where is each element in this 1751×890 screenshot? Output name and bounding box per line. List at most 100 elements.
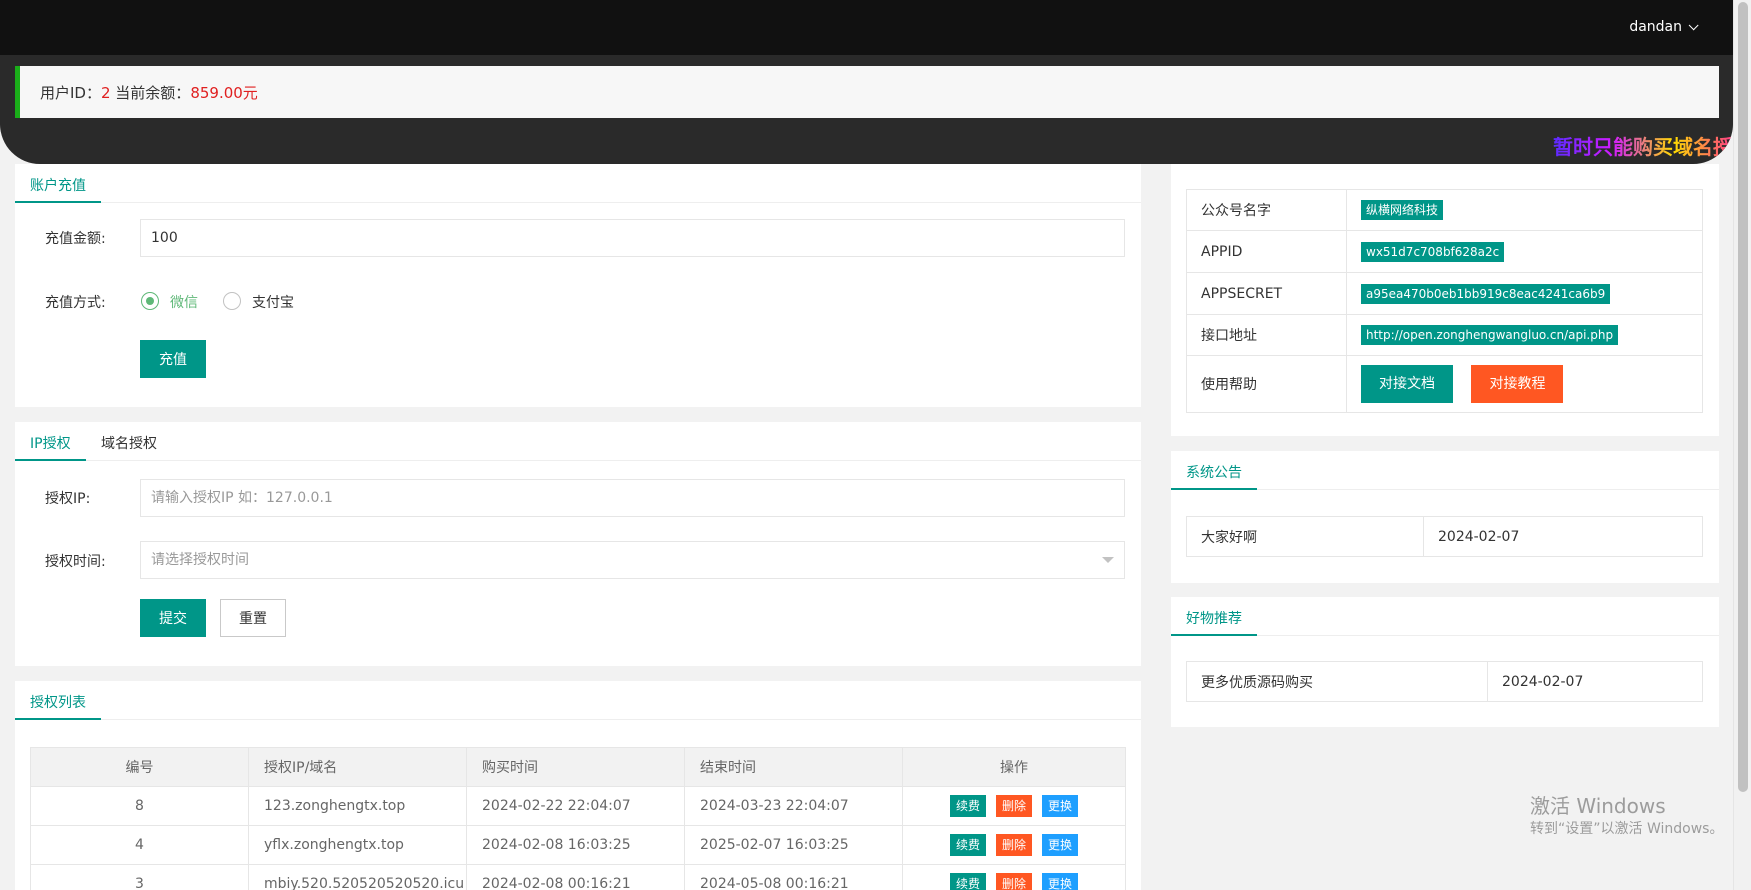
list-item[interactable]: 更多优质源码购买 2024-02-07 [1186,661,1703,702]
col-end-time: 结束时间 [684,747,903,787]
announcement-content: 大家好啊 [1186,516,1424,557]
cell-end-time: 2024-03-23 22:04:07 [684,786,903,826]
ip-label: 授权IP: [45,491,91,507]
username: dandan [1629,19,1682,35]
user-info-bar: 用户ID：2 当前余额：859.00元 [15,66,1719,118]
tab-active-indicator [15,718,101,720]
tab-auth-list[interactable]: 授权列表 [30,692,86,712]
info-value: wx51d7c708bf628a2c [1361,241,1505,262]
time-select[interactable]: 请选择授权时间 [140,541,1125,579]
delete-button[interactable]: 删除 [995,795,1032,817]
info-label: APPID [1186,230,1347,273]
account-info-card: 公众号名字 纵横网络科技 APPID wx51d7c708bf628a2c AP… [1171,164,1719,436]
time-label: 授权时间: [45,554,106,570]
marquee-text: 暂时只能购买域名授 [1553,131,1733,160]
tab-active-indicator [15,459,86,461]
table-header-row: 编号 授权IP/域名 购买时间 结束时间 操作 [30,747,1126,787]
page-scrollbar[interactable] [1733,0,1751,890]
cell-id: 4 [30,825,249,865]
recharge-button[interactable]: 充值 [140,340,206,378]
alipay-label[interactable]: 支付宝 [252,292,294,312]
info-value-cell: a95ea470b0eb1bb919c8eac4241ca6b9 [1346,272,1703,315]
auth-list-tabs: 授权列表 [15,681,1141,720]
info-value-cell: http://open.zonghengwangluo.cn/api.php [1346,314,1703,356]
col-buy-time: 购买时间 [466,747,685,787]
announcement-card: 系统公告 大家好啊 2024-02-07 [1171,451,1719,583]
tab-active-indicator [15,201,101,203]
recommend-title: 好物推荐 [1186,611,1242,627]
cell-buy-time: 2024-02-08 16:03:25 [466,825,685,865]
activation-watermark-title: 激活 Windows [1530,794,1666,818]
renew-button[interactable]: 续费 [949,834,986,856]
change-button[interactable]: 更换 [1042,873,1079,890]
renew-button[interactable]: 续费 [949,873,986,890]
change-button[interactable]: 更换 [1042,795,1079,817]
info-value: http://open.zonghengwangluo.cn/api.php [1361,325,1619,345]
info-value-cell: 纵横网络科技 [1346,189,1703,231]
account-info-table: 公众号名字 纵横网络科技 APPID wx51d7c708bf628a2c AP… [1186,189,1703,413]
delete-button[interactable]: 删除 [995,873,1032,890]
doc-button[interactable]: 对接文档 [1361,365,1453,403]
alipay-radio[interactable] [223,292,241,310]
activation-watermark-subtitle: 转到“设置”以激活 Windows。 [1530,821,1724,837]
submit-button[interactable]: 提交 [140,599,206,637]
ip-input[interactable]: 请输入授权IP 如：127.0.0.1 [140,479,1125,517]
top-navbar: dandan [0,0,1733,55]
table-row: 8 123.zonghengtx.top 2024-02-22 22:04:07… [30,786,1126,826]
cell-end-time: 2024-05-08 00:16:21 [684,864,903,890]
info-value: 纵横网络科技 [1361,200,1444,220]
recharge-tabs: 账户充值 [15,164,1141,203]
time-select-placeholder: 请选择授权时间 [151,552,249,568]
tab-ip-auth[interactable]: IP授权 [30,433,71,453]
renew-button[interactable]: 续费 [949,795,986,817]
chevron-down-icon [1688,20,1699,31]
info-label: APPSECRET [1186,272,1347,315]
info-value-cell: wx51d7c708bf628a2c [1346,230,1703,273]
change-button[interactable]: 更换 [1042,834,1079,856]
recommend-content: 更多优质源码购买 [1186,661,1488,702]
user-menu[interactable]: dandan [1629,19,1699,35]
cell-id: 3 [30,864,249,890]
scrollbar-thumb[interactable] [1738,2,1748,792]
announcement-date: 2024-02-07 [1423,516,1703,557]
user-info-text: 用户ID：2 当前余额：859.00元 [40,82,258,103]
cell-domain: yflx.zonghengtx.top [248,825,467,865]
user-id-label: 用户ID： [40,84,101,102]
list-item[interactable]: 大家好啊 2024-02-07 [1186,516,1703,557]
cell-id: 8 [30,786,249,826]
balance-label: 当前余额： [110,84,191,102]
method-label: 充值方式: [45,295,106,311]
col-id: 编号 [30,747,249,787]
info-row: 接口地址 http://open.zonghengwangluo.cn/api.… [1186,314,1703,356]
announcement-title: 系统公告 [1186,465,1242,481]
wechat-label[interactable]: 微信 [170,292,198,312]
cell-buy-time: 2024-02-22 22:04:07 [466,786,685,826]
cell-actions: 续费 删除 更换 [902,864,1126,890]
info-row: APPID wx51d7c708bf628a2c [1186,230,1703,273]
amount-label: 充值金额: [45,231,106,247]
authorize-tabs: IP授权 域名授权 [15,422,1141,461]
tab-active-indicator [1171,488,1257,490]
recommend-table: 更多优质源码购买 2024-02-07 [1186,661,1703,702]
tutorial-button[interactable]: 对接教程 [1471,365,1564,403]
delete-button[interactable]: 删除 [995,834,1032,856]
reset-button[interactable]: 重置 [220,599,286,637]
tab-domain-auth[interactable]: 域名授权 [101,433,157,453]
info-row: 公众号名字 纵横网络科技 [1186,189,1703,231]
cell-domain: mbiy.520.520520520520.icu [248,864,467,890]
amount-input[interactable]: 100 [140,219,1125,257]
table-row: 4 yflx.zonghengtx.top 2024-02-08 16:03:2… [30,825,1126,865]
table-row: 3 mbiy.520.520520520520.icu 2024-02-08 0… [30,864,1126,890]
tab-recharge[interactable]: 账户充值 [30,175,86,195]
col-domain: 授权IP/域名 [248,747,467,787]
tab-active-indicator [1171,634,1257,636]
recharge-card: 账户充值 充值金额: 100 充值方式: 微信 支付宝 充值 [15,164,1141,407]
cell-buy-time: 2024-02-08 00:16:21 [466,864,685,890]
cell-actions: 续费 删除 更换 [902,786,1126,826]
wechat-radio[interactable] [141,292,159,310]
recommend-card: 好物推荐 更多优质源码购买 2024-02-07 [1171,597,1719,727]
info-label: 使用帮助 [1186,355,1347,413]
info-value: a95ea470b0eb1bb919c8eac4241ca6b9 [1361,283,1611,304]
cell-actions: 续费 删除 更换 [902,825,1126,865]
info-row: 使用帮助 对接文档 对接教程 [1186,355,1703,413]
